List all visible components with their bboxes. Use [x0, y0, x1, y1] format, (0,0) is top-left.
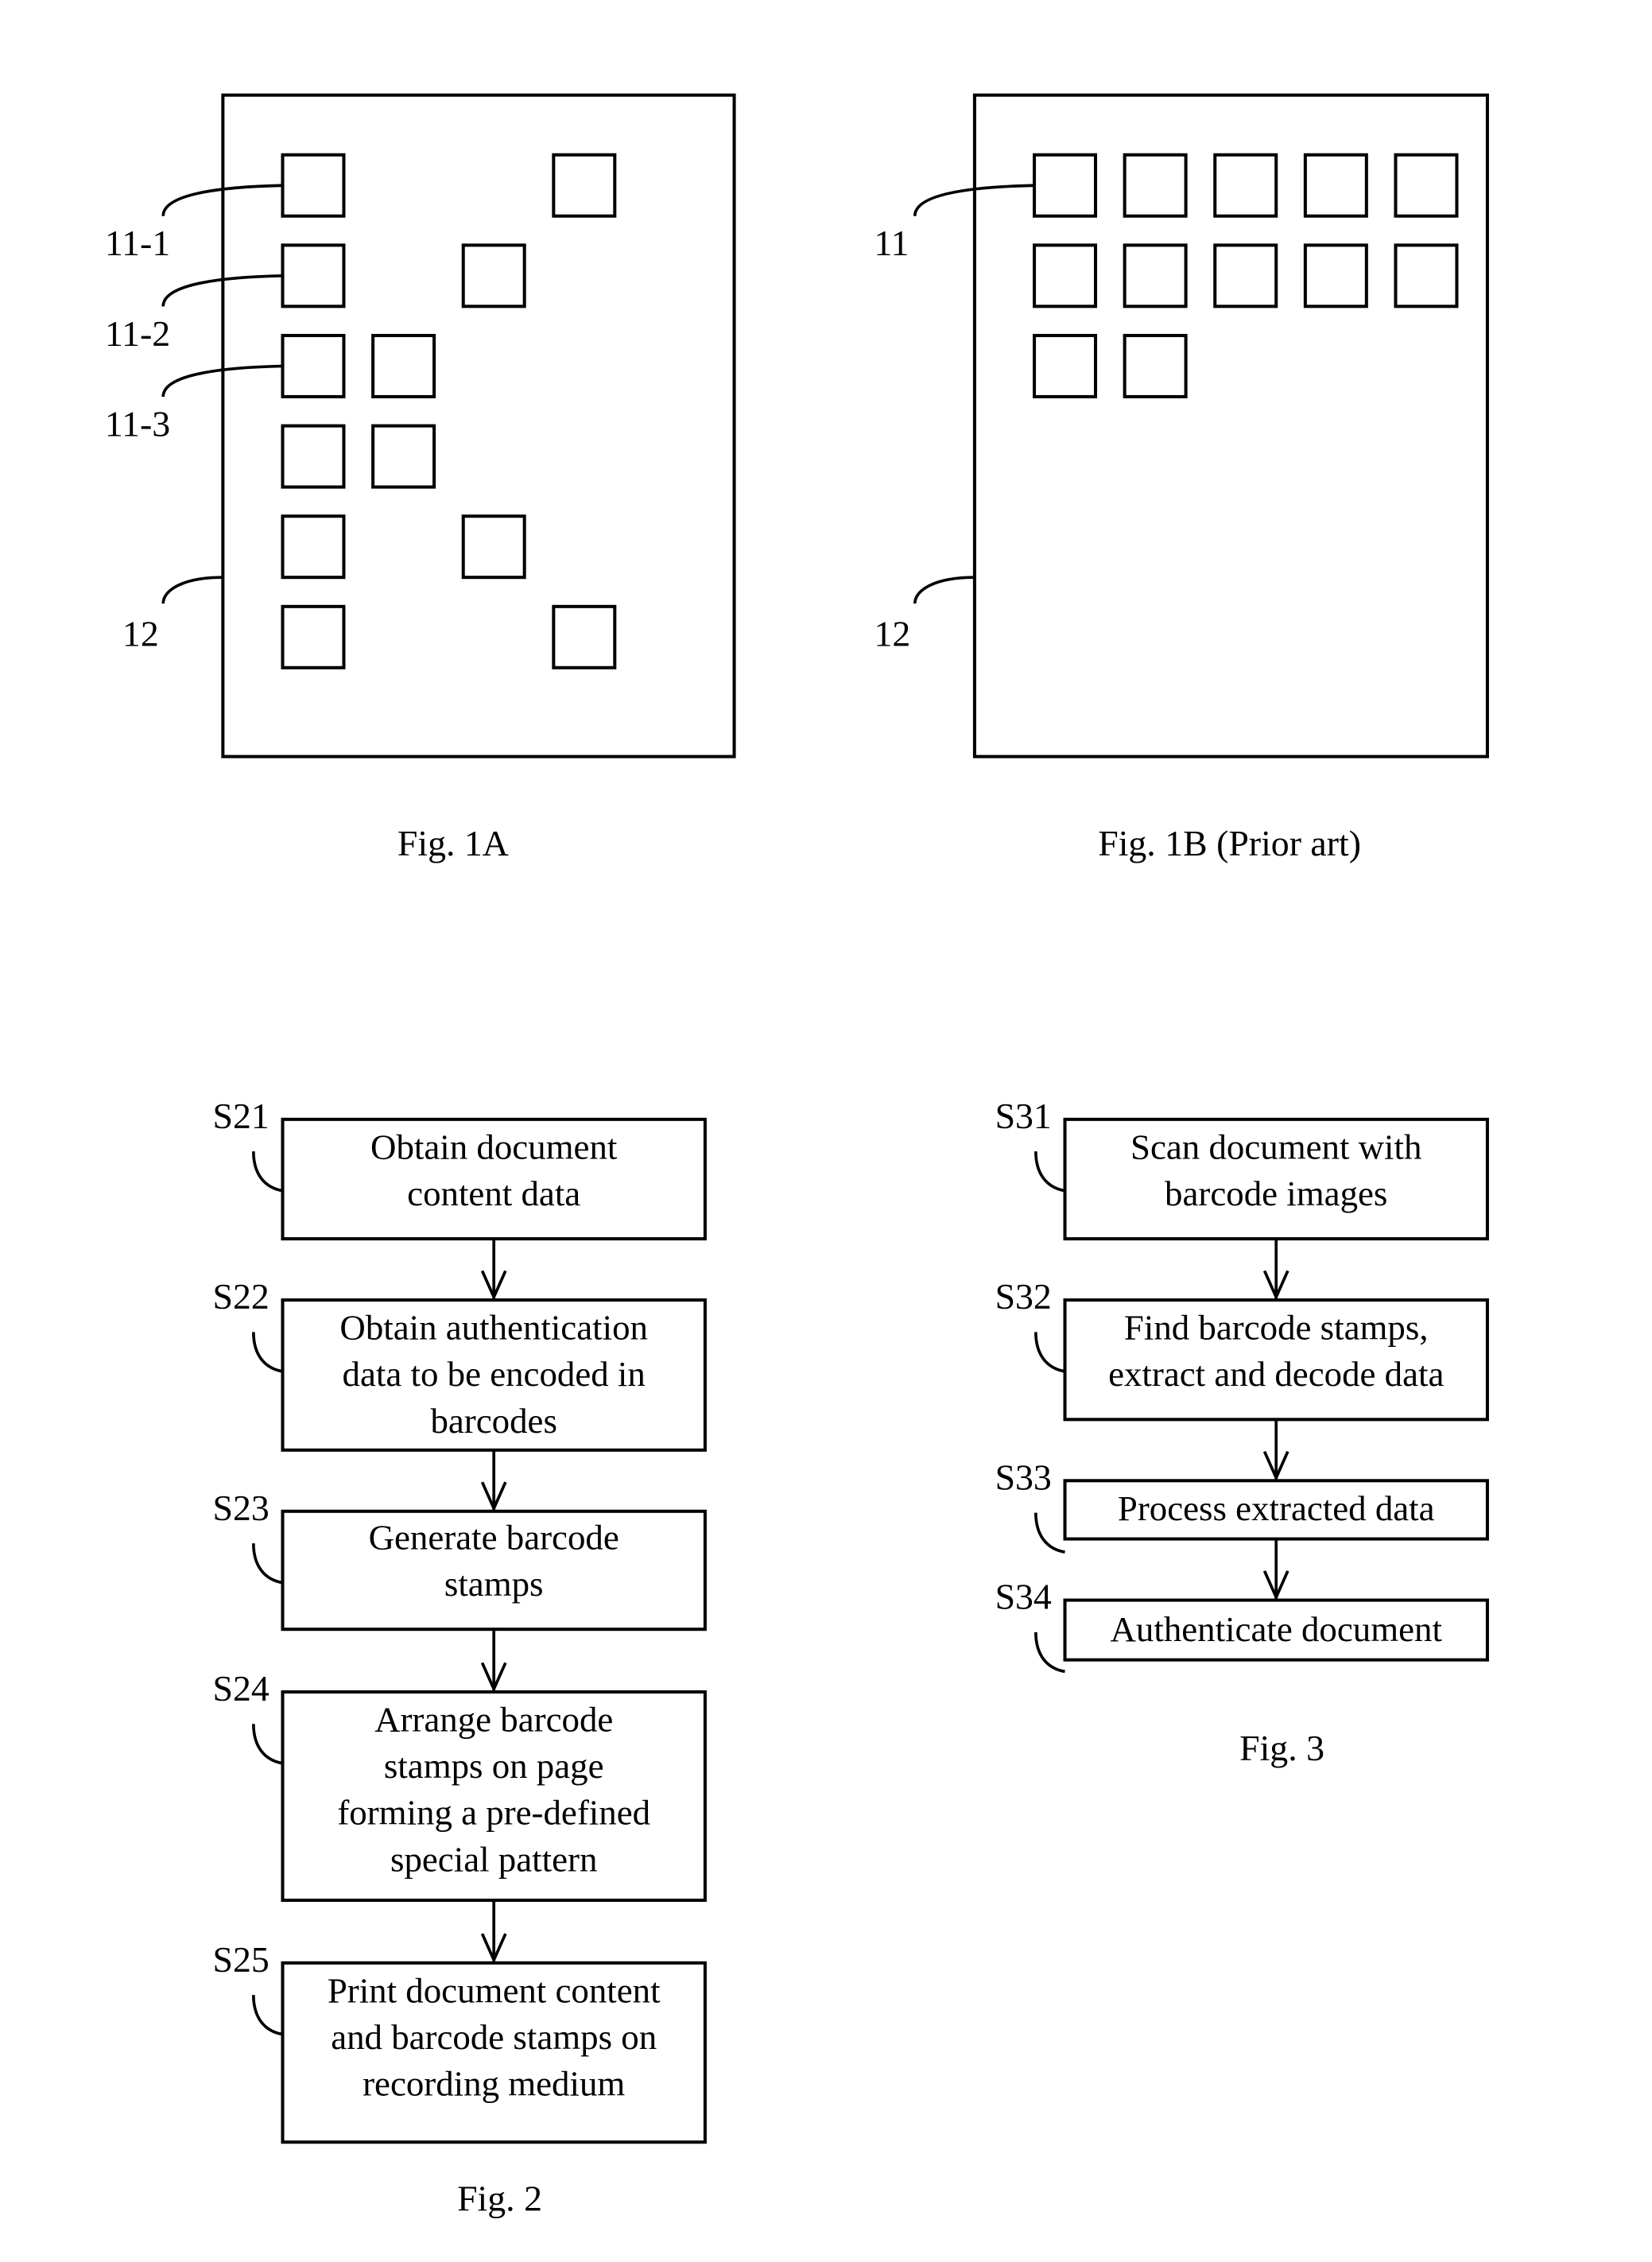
flow-step-s25: S25 Print document content and barcode sta… — [213, 1939, 707, 2144]
flow-arrow — [480, 1239, 507, 1301]
barcode-stamp — [371, 424, 436, 489]
label-11-2: 11-2 — [105, 313, 170, 354]
step-label: S22 — [213, 1276, 270, 1317]
step-text-line: special pattern — [390, 1839, 597, 1879]
barcode-stamp — [461, 514, 526, 580]
step-label-hook — [252, 1151, 283, 1193]
stamp-grid — [1033, 153, 1459, 398]
barcode-stamp — [1123, 243, 1188, 308]
barcode-stamp — [461, 243, 526, 308]
barcode-stamp — [281, 514, 346, 580]
barcode-stamp — [281, 604, 346, 669]
flow-step-s31: S31 Scan document with barcode images — [995, 1096, 1489, 1241]
flow-step-s33: S33 Process extracted data — [995, 1457, 1489, 1554]
step-label-hook — [252, 1543, 283, 1585]
barcode-stamp — [1394, 153, 1459, 218]
page-outline-12 — [972, 93, 1489, 759]
step-label: S34 — [995, 1577, 1052, 1617]
label-11-3: 11-3 — [105, 403, 170, 444]
figure-1a: 11-1 11-2 11-3 12 Fig. 1A — [105, 93, 736, 863]
step-text-line: data to be encoded in — [343, 1354, 646, 1394]
step-text-line: and barcode stamps on — [331, 2017, 657, 2057]
step-text-line: Find barcode stamps, — [1124, 1308, 1429, 1348]
flow-step-s32: S32 Find barcode stamps, extract and decod… — [995, 1276, 1489, 1422]
step-text-line: Obtain document — [370, 1127, 618, 1166]
flow-step-s22: S22 Obtain authentication data to be encod… — [213, 1276, 707, 1452]
figure-1b: 11 12 Fig. 1B (Prior art) — [874, 93, 1489, 863]
flow-arrow — [480, 1449, 507, 1512]
label-12: 12 — [122, 613, 159, 654]
step-text-line: Authenticate document — [1111, 1609, 1443, 1649]
flow-step-s23: S23 Generate barcode stamps — [213, 1488, 707, 1632]
figure-2-flowchart: S21 Obtain document content data S22 Obtain … — [213, 1096, 707, 2144]
leader-line-12 — [913, 576, 975, 604]
barcode-stamp — [552, 604, 617, 669]
step-text-line: extract and decode data — [1108, 1354, 1444, 1394]
step-text-line: stamps — [444, 1564, 544, 1604]
step-label: S31 — [995, 1096, 1052, 1136]
flow-arrow — [480, 1629, 507, 1693]
step-label-hook — [252, 1995, 283, 2036]
step-text-line: stamps on page — [384, 1746, 604, 1786]
barcode-stamp — [552, 153, 617, 218]
barcode-stamp — [281, 333, 346, 398]
step-label-hook — [1034, 1512, 1065, 1554]
barcode-stamp — [1123, 153, 1188, 218]
step-label: S21 — [213, 1096, 270, 1136]
step-text-line: Scan document with — [1130, 1127, 1421, 1166]
barcode-stamp — [1033, 153, 1098, 218]
flow-arrow — [480, 1900, 507, 1964]
label-11-1: 11-1 — [105, 223, 170, 263]
step-label: S23 — [213, 1488, 270, 1528]
barcode-stamp — [281, 243, 346, 308]
step-text-line: recording medium — [363, 2064, 625, 2104]
step-text-line: barcode images — [1165, 1174, 1387, 1213]
step-label-hook — [252, 1332, 283, 1373]
step-text-line: barcodes — [430, 1401, 556, 1441]
step-label: S33 — [995, 1457, 1052, 1497]
step-text-line: Process extracted data — [1118, 1488, 1435, 1528]
barcode-stamp — [281, 153, 346, 218]
flow-step-s21: S21 Obtain document content data — [213, 1096, 707, 1241]
barcode-stamp — [1033, 333, 1098, 398]
figure-3-caption: Fig. 3 — [1239, 1728, 1324, 1768]
leader-line-12 — [161, 576, 223, 604]
figure-2-caption: Fig. 2 — [457, 2178, 542, 2218]
barcode-stamp — [1213, 153, 1278, 218]
flow-step-s24: S24 Arrange barcode stamps on page forming … — [213, 1668, 707, 1903]
barcode-stamp — [1303, 153, 1368, 218]
step-label-hook — [1034, 1632, 1065, 1674]
step-label: S24 — [213, 1668, 270, 1709]
step-text-line: Print document content — [328, 1970, 661, 2010]
step-text-line: Arrange barcode — [374, 1699, 613, 1739]
barcode-stamp — [1394, 243, 1459, 308]
flow-arrow — [1262, 1239, 1289, 1301]
step-text-line: content data — [407, 1174, 580, 1213]
barcode-stamp — [371, 333, 436, 398]
figure-3-flowchart: S31 Scan document with barcode images S32 Fi… — [995, 1096, 1489, 1674]
step-label: S25 — [213, 1939, 270, 1980]
flow-arrow — [1262, 1538, 1289, 1601]
barcode-stamp — [1303, 243, 1368, 308]
label-11: 11 — [874, 223, 909, 263]
stamp-pattern — [281, 153, 617, 669]
step-text-line: Generate barcode — [369, 1517, 619, 1557]
figure-caption: Fig. 1B (Prior art) — [1098, 823, 1361, 863]
step-label-hook — [1034, 1332, 1065, 1373]
step-label-hook — [252, 1724, 283, 1765]
barcode-stamp — [281, 424, 346, 489]
step-label-hook — [1034, 1151, 1065, 1193]
flow-step-s34: S34 Authenticate document — [995, 1577, 1489, 1674]
step-label: S32 — [995, 1276, 1052, 1317]
figure-caption: Fig. 1A — [397, 823, 509, 863]
label-12: 12 — [874, 613, 910, 654]
flow-arrow — [1262, 1419, 1289, 1482]
patent-drawing-sheet: 11-1 11-2 11-3 12 Fig. 1A 11 12 Fig. 1B … — [105, 93, 1489, 2218]
barcode-stamp — [1033, 243, 1098, 308]
step-text-line: Obtain authentication — [339, 1308, 648, 1348]
step-text-line: forming a pre-defined — [337, 1793, 650, 1833]
barcode-stamp — [1213, 243, 1278, 308]
barcode-stamp — [1123, 333, 1188, 398]
